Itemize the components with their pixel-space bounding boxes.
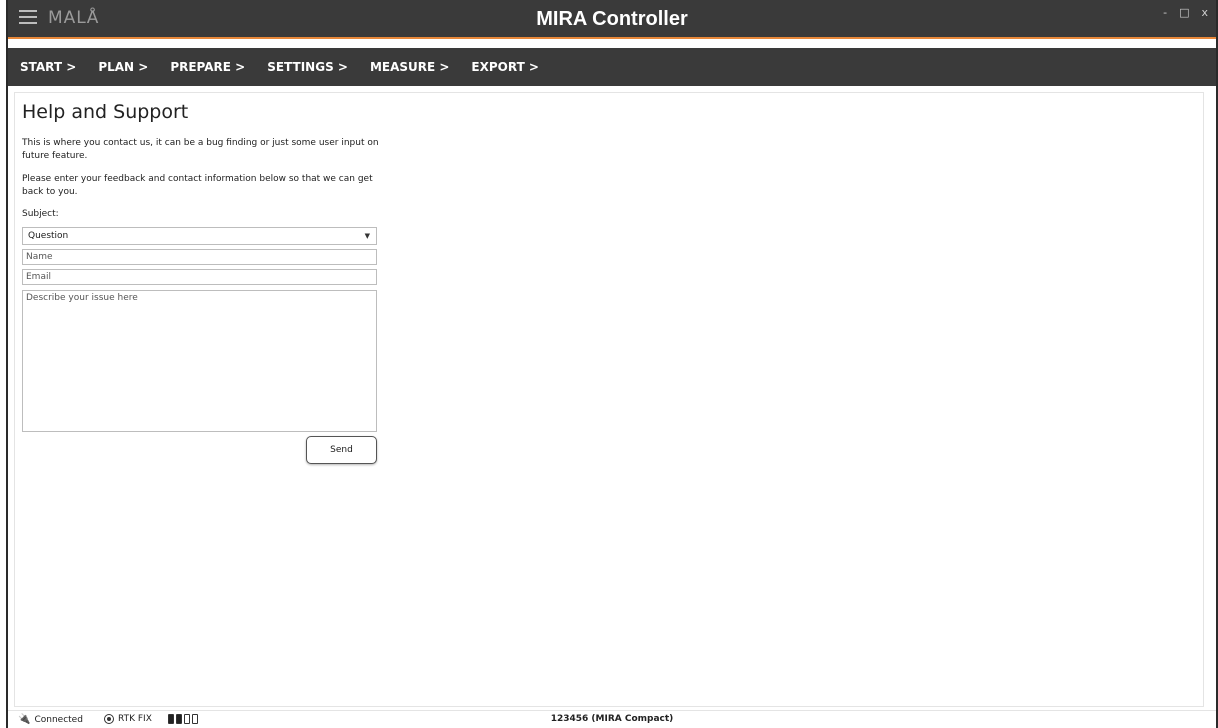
nav-start[interactable]: START > [20,60,76,74]
instructions-text: Please enter your feedback and contact i… [22,174,373,197]
email-input[interactable] [22,269,377,285]
status-bar: 🔌 Connected RTK FIX 123456 (MIRA Compact… [8,710,1216,728]
caret-down-icon: ▼ [364,232,370,240]
nav-prepare[interactable]: PREPARE > [170,60,245,74]
nav-settings[interactable]: SETTINGS > [267,60,348,74]
intro-text: This is where you contact us, it can be … [22,138,379,161]
title-bar: MALÅ MIRA Controller - □ x [8,0,1216,39]
nav-plan[interactable]: PLAN > [98,60,148,74]
window-controls: - □ x [1163,6,1208,19]
app-window: MALÅ MIRA Controller - □ x START > PLAN … [6,0,1218,728]
nav-measure[interactable]: MEASURE > [370,60,449,74]
workflow-nav: START > PLAN > PREPARE > SETTINGS > MEAS… [8,48,1216,86]
name-input[interactable] [22,249,377,265]
subject-label: Subject: [22,209,59,219]
maximize-icon[interactable]: □ [1179,6,1189,19]
help-panel: Help and Support This is where you conta… [14,92,1204,707]
device-id: 123456 (MIRA Compact) [550,714,674,724]
issue-textarea[interactable] [22,290,377,432]
close-icon[interactable]: x [1201,6,1208,19]
window-title: MIRA Controller [536,8,688,30]
subject-value: Question [28,231,69,241]
nav-export[interactable]: EXPORT > [471,60,539,74]
send-button[interactable]: Send [306,436,377,464]
subject-select[interactable]: Question ▼ [22,227,377,245]
minimize-icon[interactable]: - [1163,6,1167,19]
page-title: Help and Support [22,101,189,123]
